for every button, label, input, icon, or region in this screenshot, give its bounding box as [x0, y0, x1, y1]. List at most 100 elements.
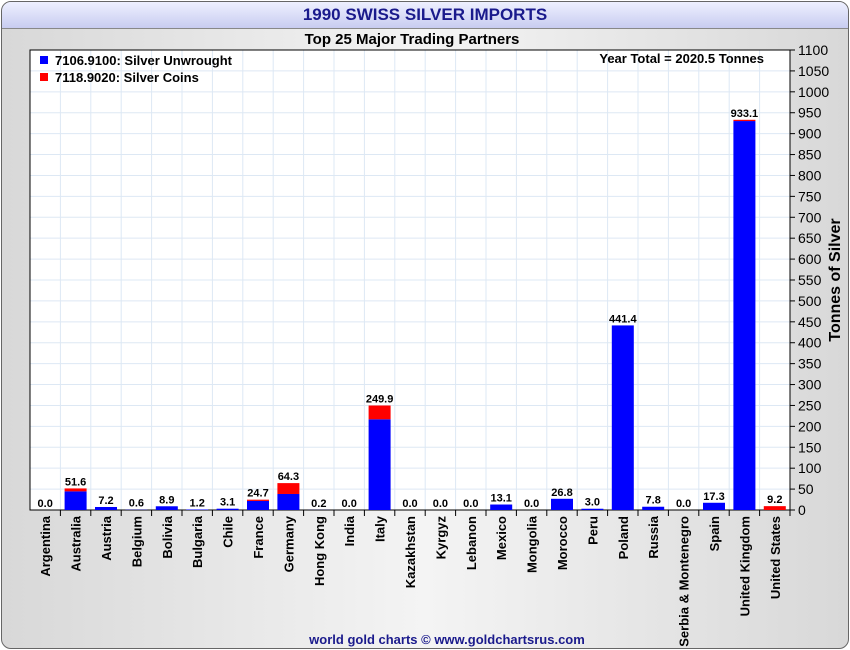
y-tick-label: 850	[798, 147, 822, 163]
data-label: 9.2	[767, 494, 782, 506]
bar-segment	[581, 508, 604, 510]
x-tick-label: Germany	[281, 515, 296, 572]
bar-segment	[733, 121, 756, 511]
bar-segment	[186, 509, 209, 510]
y-tick-label: 100	[798, 460, 822, 476]
bar-segment	[733, 119, 756, 122]
data-label: 0.0	[676, 498, 691, 510]
data-label: 8.9	[159, 494, 174, 506]
bar-segment	[95, 506, 117, 510]
y-tick-label: 250	[798, 397, 822, 413]
y-tick-label: 1050	[798, 63, 829, 79]
x-tick-label: Kyrgyz	[433, 516, 448, 560]
x-tick-label: Mongolia	[525, 515, 540, 573]
x-tick-label: United Kingdom	[737, 516, 752, 616]
y-tick-label: 150	[798, 439, 822, 455]
y-tick-label: 900	[798, 126, 822, 142]
x-tick-label: Russia	[646, 515, 661, 558]
x-tick-label: Chile	[221, 516, 236, 548]
data-label: 933.1	[731, 108, 759, 120]
legend-label: 7106.9100: Silver Unwrought	[55, 53, 233, 68]
y-tick-label: 1000	[798, 84, 829, 100]
x-tick-label: Hong Kong	[312, 516, 327, 586]
x-tick-label: Belgium	[129, 516, 144, 567]
data-label: 3.0	[585, 497, 600, 509]
x-tick-label: Peru	[585, 516, 600, 545]
x-tick-label: France	[251, 516, 266, 559]
x-tick-label: Mexico	[494, 516, 509, 560]
x-tick-label: Bolivia	[160, 515, 175, 558]
bar-segment	[277, 483, 300, 494]
data-label: 0.2	[311, 498, 326, 510]
x-tick-label: Serbia & Montenegro	[677, 516, 692, 647]
bar-segment	[368, 405, 391, 420]
data-label: 0.0	[402, 498, 417, 510]
x-tick-label: United States	[768, 516, 783, 599]
bar-segment	[247, 499, 269, 501]
data-label: 0.0	[463, 498, 478, 510]
x-tick-label: Poland	[616, 516, 631, 559]
x-tick-label: Kazakhstan	[403, 516, 418, 588]
chart-svg: 0 50 100 150 200 250 300 350 400 450 500 550 600 650 7…	[29, 42, 844, 647]
data-label: 0.6	[129, 498, 144, 510]
x-tick-label: Australia	[69, 515, 84, 571]
x-tick-label: Austria	[99, 515, 114, 561]
x-tick-label: India	[342, 515, 357, 546]
bar-segment	[155, 506, 178, 510]
y-tick-label: 950	[798, 105, 822, 121]
y-tick-label: 1100	[798, 42, 828, 58]
legend-label: 7118.9020: Silver Coins	[55, 70, 199, 85]
y-tick-label: 50	[798, 481, 814, 497]
data-label: 249.9	[366, 393, 394, 405]
data-label: 51.6	[65, 476, 86, 488]
bar-segment	[703, 502, 725, 510]
data-label: 64.3	[278, 471, 299, 483]
bar-segment	[64, 491, 87, 510]
data-label: 0.0	[38, 498, 53, 510]
y-tick-label: 400	[798, 335, 822, 351]
bar-segment	[64, 488, 87, 492]
year-total-annotation: Year Total = 2020.5 Tonnes	[599, 51, 764, 66]
y-tick-label: 800	[798, 167, 822, 183]
data-label: 0.0	[342, 498, 357, 510]
x-tick-label: Spain	[707, 516, 722, 551]
y-tick-label: 0	[798, 502, 806, 518]
x-tick-label: Bulgaria	[190, 515, 205, 568]
y-tick-label: 300	[798, 377, 822, 393]
x-tick-label: Morocco	[555, 516, 570, 570]
bar-segment	[490, 504, 513, 510]
x-tick-label: Argentina	[38, 515, 53, 576]
bar-segment	[763, 506, 786, 510]
data-label: 0.0	[524, 498, 539, 510]
data-label: 7.8	[646, 495, 661, 507]
data-label: 13.1	[490, 493, 511, 505]
bar-segment	[551, 498, 573, 510]
legend-swatch	[40, 73, 48, 81]
legend-swatch	[40, 56, 48, 64]
bar-segment	[216, 508, 239, 510]
data-label: 1.2	[190, 497, 205, 509]
data-label: 0.0	[433, 498, 448, 510]
y-tick-label: 450	[798, 314, 822, 330]
data-label: 3.1	[220, 497, 235, 509]
bar-segment	[368, 419, 391, 510]
y-tick-label: 200	[798, 418, 822, 434]
y-tick-label: 700	[798, 209, 822, 225]
y-tick-label: 350	[798, 356, 822, 372]
y-tick-label: 750	[798, 188, 822, 204]
y-tick-label: 500	[798, 293, 822, 309]
bar-segment	[642, 506, 665, 510]
y-tick-label: 550	[798, 272, 822, 288]
y-tick-label: 650	[798, 230, 822, 246]
y-axis-label: Tonnes of Silver	[827, 218, 844, 341]
data-label: 17.3	[703, 491, 724, 503]
y-tick-label: 600	[798, 251, 822, 267]
data-label: 7.2	[98, 495, 113, 507]
data-label: 441.4	[609, 313, 637, 325]
data-label: 24.7	[247, 488, 268, 500]
bar-segment	[247, 500, 269, 510]
bar-segment	[277, 493, 300, 510]
x-tick-label: Lebanon	[464, 516, 479, 570]
bar-segment	[611, 325, 634, 510]
data-label: 26.8	[551, 487, 572, 499]
